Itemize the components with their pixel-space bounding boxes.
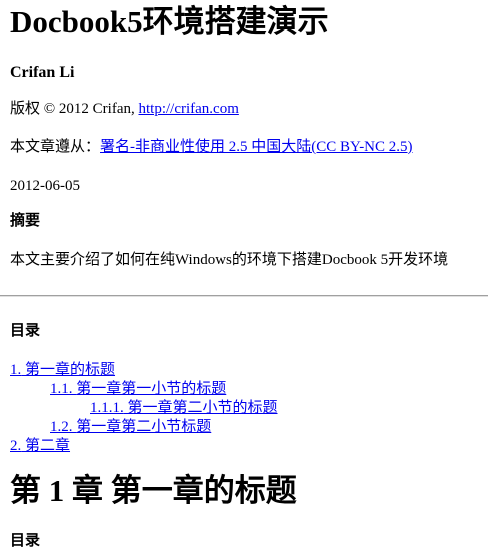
- toc-item-number: 1.1.: [50, 381, 73, 397]
- copyright-line: 版权 © 2012 Crifan, http://crifan.com: [10, 100, 239, 119]
- toc-item-label: 第一章的标题: [25, 362, 116, 378]
- toc-item-number: 1.2.: [50, 419, 73, 435]
- chapter-suffix: 章: [72, 473, 103, 508]
- author-name: Crifan Li: [10, 64, 75, 81]
- toc-item-label: 第一章第二小节标题: [76, 419, 212, 435]
- toc-item-label: 第一章第二小节的标题: [127, 400, 278, 416]
- toc-item-number: 2.: [10, 438, 22, 454]
- chapter-heading: 第 1 章 第一章的标题: [10, 472, 297, 510]
- toc-item-number: 1.1.1.: [90, 400, 124, 416]
- abstract-body: 本文主要介绍了如何在纯Windows的环境下搭建Docbook 5开发环境: [10, 252, 449, 268]
- copyright-link[interactable]: http://crifan.com: [138, 101, 238, 117]
- chapter-number: 1: [48, 473, 65, 508]
- toc-item-chapter-1[interactable]: 1. 第一章的标题: [10, 361, 278, 380]
- license-line: 本文章遵从：署名-非商业性使用 2.5 中国大陆(CC BY-NC 2.5): [10, 138, 413, 157]
- license-link[interactable]: 署名-非商业性使用 2.5 中国大陆(CC BY-NC 2.5): [100, 139, 413, 155]
- toc-row-section-1-1-1: 1.1.1. 第一章第二小节的标题: [10, 399, 278, 418]
- license-prefix: 本文章遵从：: [10, 139, 101, 155]
- table-of-contents: 1. 第一章的标题 1.1. 第一章第一小节的标题 1.1.1. 第一章第二小节…: [10, 361, 278, 456]
- toc-item-number: 1.: [10, 362, 22, 378]
- copyright-text: © 2012 Crifan,: [43, 101, 135, 117]
- toc-item-chapter-2[interactable]: 2. 第二章: [10, 437, 278, 456]
- toc-item-section-1-1-1[interactable]: 1.1.1. 第一章第二小节的标题: [90, 400, 278, 416]
- toc-row-section-1-2: 1.2. 第一章第二小节标题: [10, 418, 278, 437]
- chapter-prefix: 第: [10, 473, 41, 508]
- toc-item-section-1-2[interactable]: 1.2. 第一章第二小节标题: [50, 419, 211, 435]
- chapter-toc-heading: 目录: [10, 533, 41, 549]
- chapter-title-text: 第一章的标题: [110, 473, 297, 508]
- abstract-heading: 摘要: [10, 213, 41, 229]
- toc-heading: 目录: [10, 323, 41, 339]
- toc-item-label: 第二章: [25, 438, 71, 454]
- publish-date: 2012-06-05: [10, 178, 80, 194]
- page-title: Docbook5环境搭建演示: [10, 4, 329, 39]
- copyright-label: 版权: [10, 101, 41, 117]
- toc-row-section-1-1: 1.1. 第一章第一小节的标题: [10, 380, 278, 399]
- toc-item-section-1-1[interactable]: 1.1. 第一章第一小节的标题: [50, 381, 226, 397]
- toc-item-label: 第一章第一小节的标题: [76, 381, 227, 397]
- section-divider: [0, 295, 488, 297]
